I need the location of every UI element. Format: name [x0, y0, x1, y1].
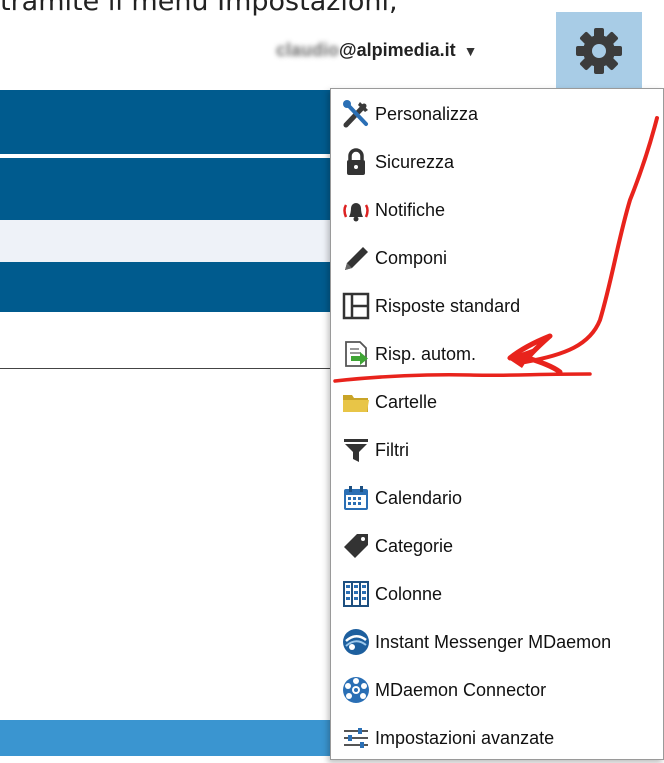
menu-item-cartelle[interactable]: Cartelle: [339, 382, 437, 422]
menu-item-risp-autom[interactable]: Risp. autom.: [339, 334, 476, 374]
menu-item-label: Colonne: [375, 583, 443, 604]
menu-item-categorie[interactable]: Categorie: [339, 526, 453, 566]
account-email-user: claudio: [276, 40, 340, 60]
menu-item-impostazioni-avanzate[interactable]: Impostazioni avanzate: [339, 718, 554, 758]
menu-item-risposte-standard[interactable]: Risposte standard: [339, 286, 520, 326]
menu-item-instant-messenger[interactable]: Instant Messenger MDaemon: [339, 622, 611, 662]
menu-item-label: MDaemon Connector: [375, 679, 547, 700]
calendar-icon: [339, 481, 373, 515]
menu-item-label: Personalizza: [375, 103, 479, 124]
autoreply-icon: [339, 337, 373, 371]
menu-item-notifiche[interactable]: Notifiche: [339, 190, 445, 230]
menu-item-label: Sicurezza: [375, 151, 455, 172]
menu-item-label: Calendario: [375, 487, 463, 508]
bottom-bar: [0, 720, 340, 756]
account-menu[interactable]: claudio@alpimedia.it ▼: [276, 40, 477, 61]
menu-item-label: Instant Messenger MDaemon: [375, 631, 612, 652]
columns-icon: [339, 577, 373, 611]
menu-item-label: Risp. autom.: [375, 343, 477, 364]
folder-band: [0, 262, 340, 312]
menu-item-colonne[interactable]: Colonne: [339, 574, 442, 614]
messenger-icon: [339, 625, 373, 659]
tag-icon: [339, 529, 373, 563]
gear-icon: [576, 28, 622, 74]
menu-item-personalizza[interactable]: Personalizza: [339, 94, 478, 134]
folder-icon: [339, 385, 373, 419]
menu-item-label: Cartelle: [375, 391, 438, 412]
menu-item-label: Categorie: [375, 535, 454, 556]
menu-item-label: Filtri: [375, 439, 409, 460]
toolbar-band: [0, 158, 340, 220]
menu-item-label: Componi: [375, 247, 448, 268]
light-row: [0, 220, 340, 262]
menu-item-label: Risposte standard: [375, 295, 521, 316]
sliders-icon: [339, 721, 373, 755]
divider: [0, 368, 340, 369]
settings-button[interactable]: [556, 12, 642, 90]
settings-menu: Personalizza Sicurezza Notifiche Componi…: [330, 88, 664, 760]
filter-icon: [339, 433, 373, 467]
menu-item-sicurezza[interactable]: Sicurezza: [339, 142, 454, 182]
menu-item-label: Notifiche: [375, 199, 446, 220]
instruction-caption: tramite il menu Impostazioni,: [0, 0, 398, 17]
pencil-icon: [339, 241, 373, 275]
connector-icon: [339, 673, 373, 707]
lock-icon: [339, 145, 373, 179]
menu-item-mdaemon-connector[interactable]: MDaemon Connector: [339, 670, 546, 710]
menu-item-calendario[interactable]: Calendario: [339, 478, 462, 518]
account-email-domain: @alpimedia.it: [339, 40, 456, 60]
bell-icon: [339, 193, 373, 227]
header-band: [0, 90, 340, 154]
template-icon: [339, 289, 373, 323]
menu-item-componi[interactable]: Componi: [339, 238, 447, 278]
menu-item-label: Impostazioni avanzate: [375, 727, 555, 748]
menu-item-filtri[interactable]: Filtri: [339, 430, 409, 470]
tools-icon: [339, 97, 373, 131]
chevron-down-icon: ▼: [463, 43, 478, 59]
